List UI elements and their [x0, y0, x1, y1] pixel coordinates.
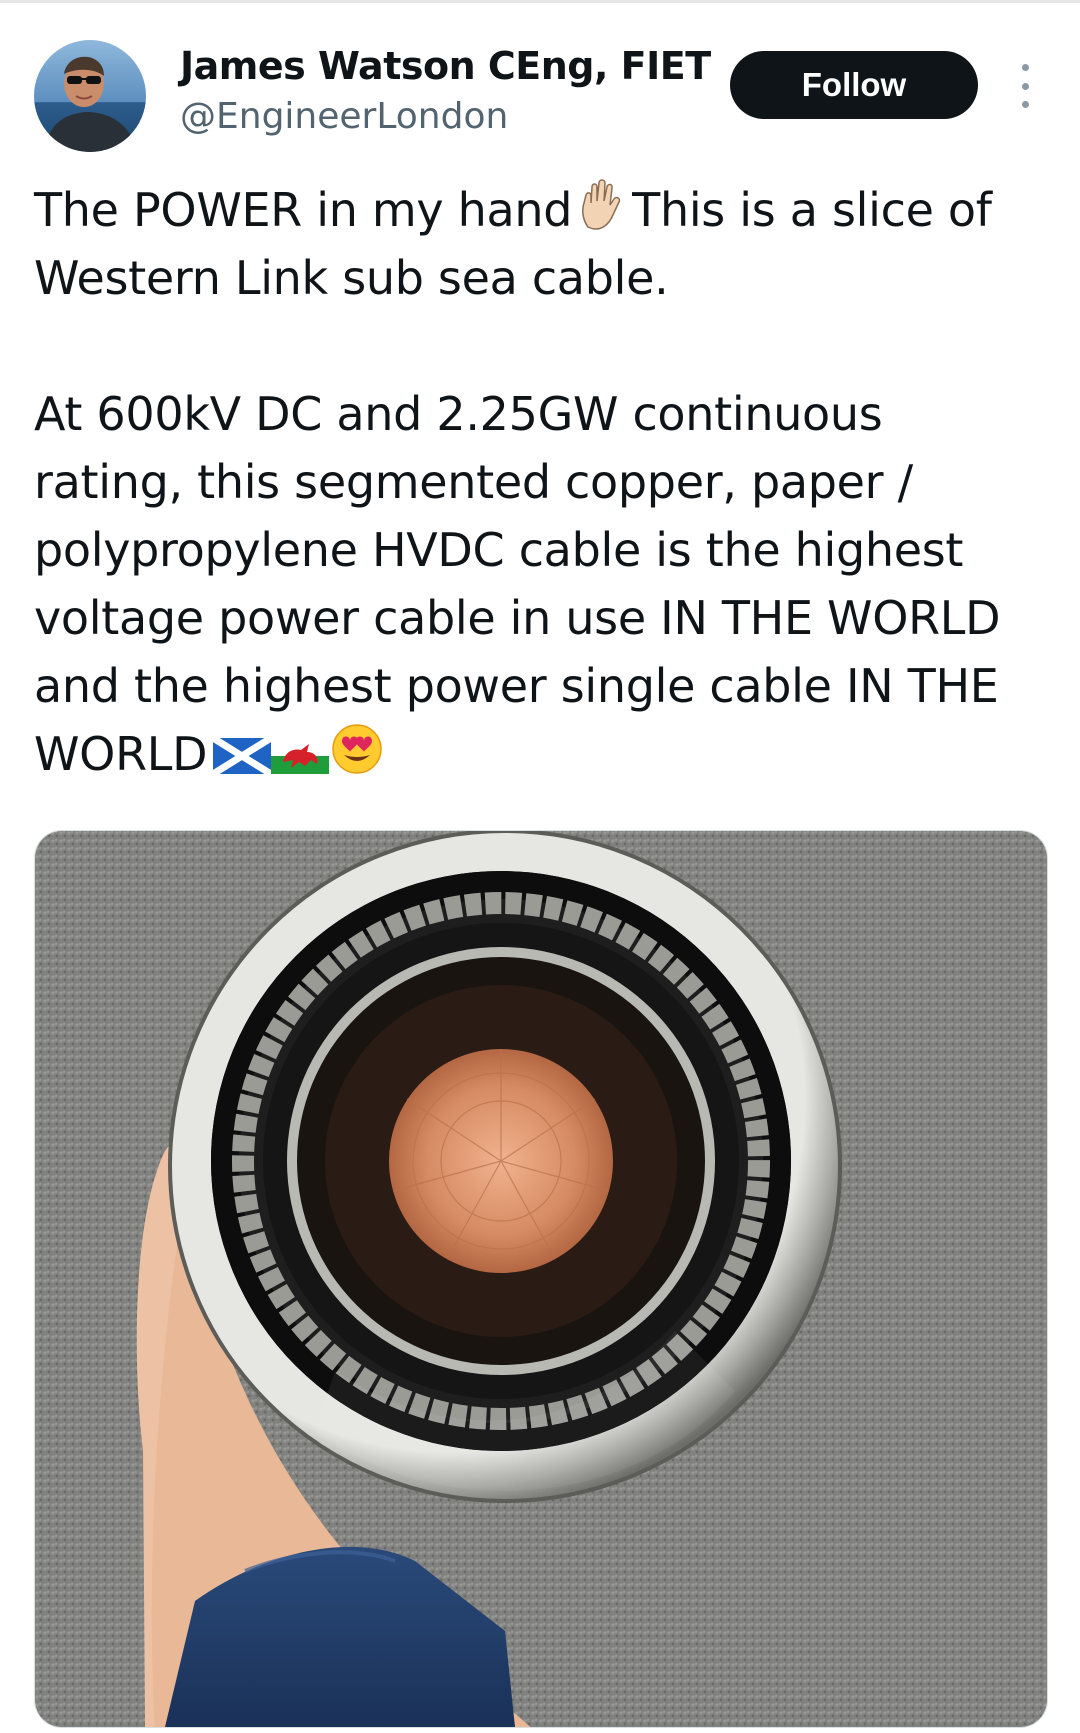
more-dot: [1021, 82, 1029, 90]
more-dot: [1021, 64, 1029, 71]
tweet-line-text: The POWER in my hand: [34, 183, 573, 237]
author-name[interactable]: James Watson CEng, FIET: [180, 44, 711, 88]
tweet-line-text: This is a slice of: [632, 183, 992, 237]
tweet-line: polypropylene HVDC cable is the highest: [34, 523, 964, 577]
tweet-line: voltage power cable in use IN THE WORLD: [34, 591, 1001, 645]
heart-eyes-emoji-icon: [331, 723, 383, 793]
raised-hand-emoji-icon: [578, 178, 626, 249]
tweet-text: The POWER in my hand This is a slice of …: [34, 176, 1054, 788]
cable-cross-section-image: [35, 831, 1047, 1727]
top-divider: [0, 0, 1080, 3]
tweet-line: At 600kV DC and 2.25GW continuous: [34, 387, 883, 441]
tweet-line: Western Link sub sea cable.: [34, 251, 669, 305]
tweet-paragraph-gap: [34, 312, 1054, 380]
cable-photo[interactable]: [34, 830, 1048, 1728]
tweet-line: rating, this segmented copper, paper /: [34, 455, 913, 509]
tweet-line: and the highest power single cable IN TH…: [34, 659, 999, 713]
more-vertical-icon[interactable]: [1010, 64, 1040, 108]
tweet-line-text: WORLD: [34, 727, 208, 781]
avatar-photo: [34, 40, 146, 152]
author-handle[interactable]: @EngineerLondon: [180, 96, 508, 137]
follow-button[interactable]: Follow: [730, 51, 978, 119]
scotland-flag-emoji-icon: [211, 724, 274, 792]
wales-flag-emoji-icon: [271, 724, 330, 792]
tweet-line: WORLD: [34, 720, 1054, 788]
more-dot: [1021, 101, 1029, 108]
tweet-line: The POWER in my hand This is a slice of: [34, 176, 1054, 244]
avatar[interactable]: [34, 40, 146, 152]
